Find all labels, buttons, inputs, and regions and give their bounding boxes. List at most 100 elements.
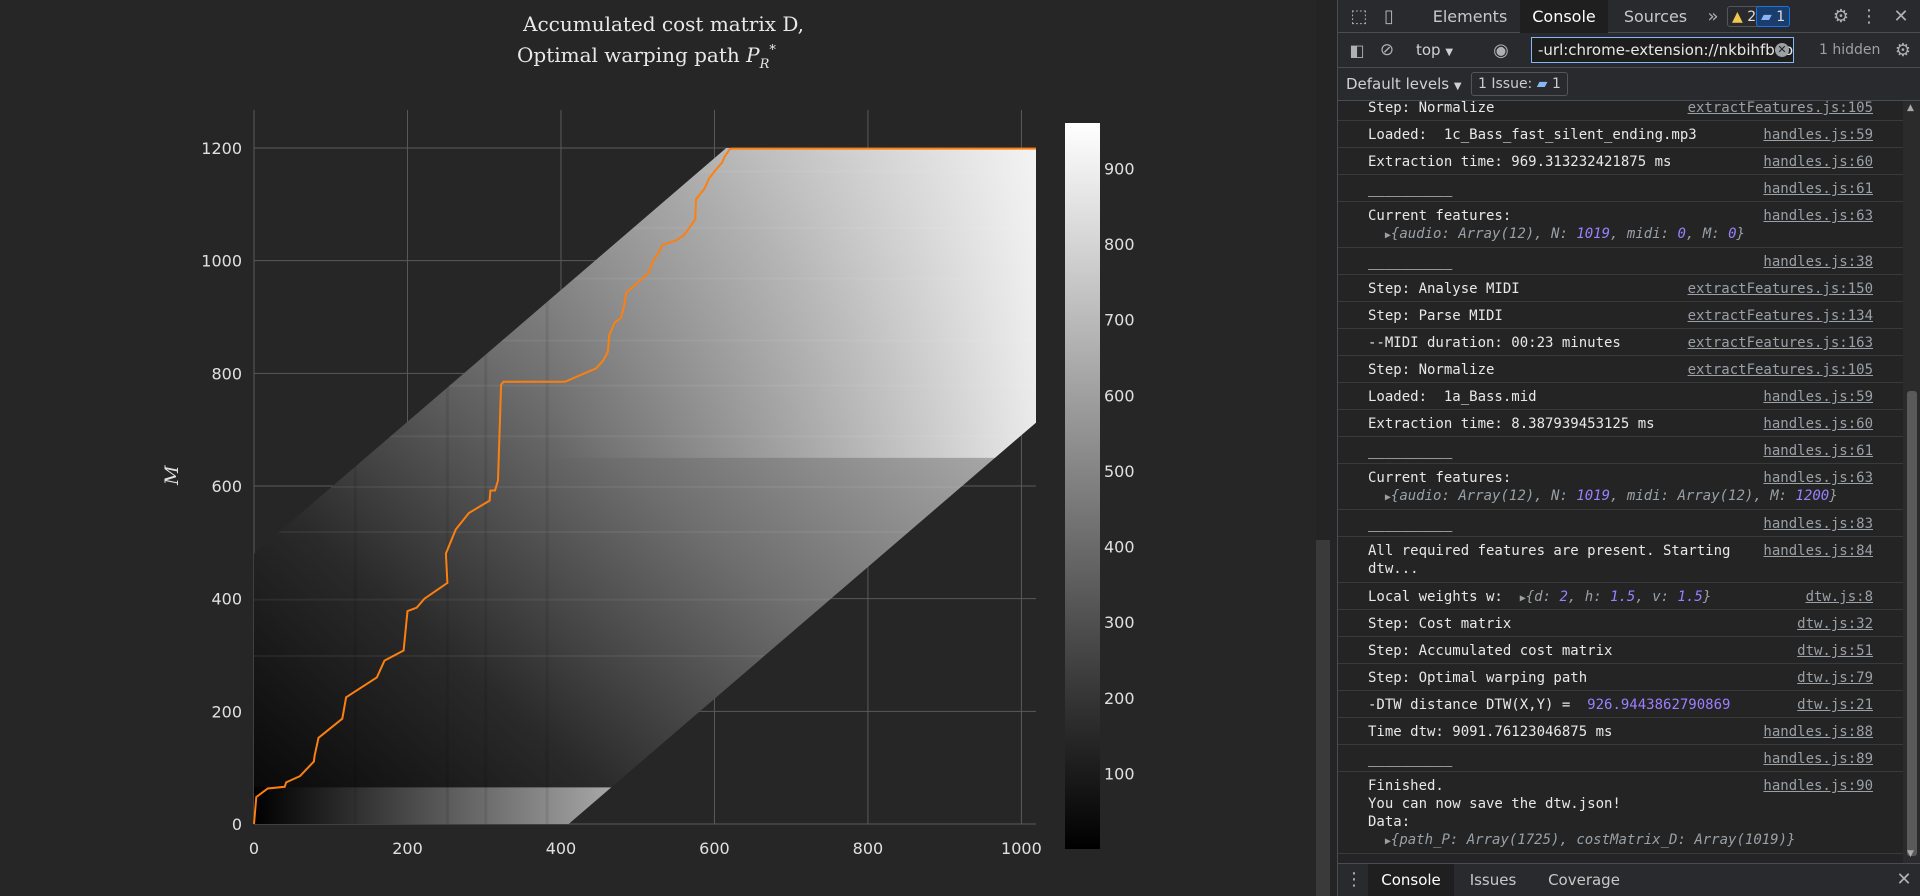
console-source-link[interactable]: handles.js:60: [1763, 415, 1873, 433]
pane-splitter[interactable]: [1316, 540, 1330, 896]
console-source-link[interactable]: handles.js:89: [1763, 750, 1873, 768]
console-message: Local weights w: ▶{d: 2, h: 1.5, v: 1.5}…: [1338, 584, 1903, 610]
console-message: Step: Analyse MIDI extractFeatures.js:150: [1338, 276, 1903, 302]
x-tick-label: 600: [699, 839, 730, 858]
band-row-shade: [254, 226, 1036, 229]
tab-elements[interactable]: Elements: [1420, 0, 1520, 33]
console-message: Finished. You can now save the dtw.json!…: [1338, 773, 1903, 854]
console-scrollbar[interactable]: ▲ ▼: [1903, 101, 1920, 863]
close-devtools-icon[interactable]: ✕: [1888, 0, 1914, 33]
console-source-link[interactable]: dtw.js:8: [1806, 588, 1873, 606]
console-message-text: Step: Normalize: [1368, 101, 1495, 116]
y-tick-label: 400: [211, 590, 242, 609]
colorbar-tick-label: 600: [1104, 386, 1135, 405]
y-tick-labels: 0 200 400 600 800 1000 1200: [201, 139, 242, 834]
console-message-text: __________: [1368, 443, 1453, 459]
issues-button[interactable]: 1 Issue: ▰ 1: [1471, 72, 1568, 96]
settings-gear-icon[interactable]: ⚙: [1828, 0, 1854, 33]
upper-right-lightening: [545, 148, 1036, 458]
scrollbar-thumb[interactable]: [1907, 391, 1917, 856]
context-value: top: [1416, 41, 1441, 59]
close-drawer-icon[interactable]: ✕: [1894, 863, 1914, 896]
console-message-text: Step: Parse MIDI: [1368, 308, 1503, 324]
console-source-link[interactable]: handles.js:61: [1763, 180, 1873, 198]
x-tick-label: 0: [249, 839, 259, 858]
colorbar: [1065, 123, 1100, 849]
console-source-link[interactable]: handles.js:83: [1763, 515, 1873, 533]
console-message: __________ handles.js:61: [1338, 438, 1903, 464]
console-message-text: Local weights w: ▶{d: 2, h: 1.5, v: 1.5}: [1368, 589, 1712, 605]
issues-label: 1 Issue:: [1478, 76, 1533, 92]
console-message: __________ handles.js:83: [1338, 511, 1903, 537]
console-source-link[interactable]: handles.js:61: [1763, 442, 1873, 460]
console-source-link[interactable]: dtw.js:79: [1797, 669, 1873, 687]
scroll-down-icon[interactable]: ▼: [1907, 849, 1914, 859]
live-expression-eye-icon[interactable]: ◉: [1488, 34, 1514, 67]
chart-title-line-1: Accumulated cost matrix D,: [522, 12, 804, 36]
console-message-text: Current features: ▶{audio: Array(12), N:…: [1368, 208, 1745, 242]
tab-console[interactable]: Console: [1520, 0, 1608, 33]
console-message: -DTW distance DTW(X,Y) = 926.94438627908…: [1338, 692, 1903, 718]
console-source-link[interactable]: extractFeatures.js:105: [1688, 101, 1873, 117]
issue-icon: ▰: [1536, 76, 1548, 92]
sidebar-toggle-icon[interactable]: ◧: [1344, 34, 1370, 67]
message-count: 1: [1776, 9, 1786, 25]
console-message-text: Extraction time: 8.387939453125 ms: [1368, 416, 1655, 432]
console-source-link[interactable]: handles.js:60: [1763, 153, 1873, 171]
console-source-link[interactable]: extractFeatures.js:163: [1688, 334, 1873, 352]
console-message-text: Time dtw: 9091.76123046875 ms: [1368, 724, 1613, 740]
console-message-text: --MIDI duration: 00:23 minutes: [1368, 335, 1621, 351]
scroll-up-icon[interactable]: ▲: [1907, 103, 1914, 113]
console-source-link[interactable]: dtw.js:51: [1797, 642, 1873, 660]
band-column-shade: [353, 148, 357, 824]
more-tabs-icon[interactable]: »: [1703, 0, 1723, 33]
console-source-link[interactable]: dtw.js:32: [1797, 615, 1873, 633]
y-axis-label: M: [161, 465, 183, 486]
colorbar-tick-label: 200: [1104, 689, 1135, 708]
devtools-tab-bar: ⬚ ▯ Elements Console Sources » ▲ 2 ▰ 1 ⚙…: [1338, 0, 1920, 33]
console-source-link[interactable]: handles.js:63: [1763, 469, 1873, 487]
band-row-shade: [254, 486, 1036, 488]
console-message-text: __________: [1368, 516, 1453, 532]
console-source-link[interactable]: handles.js:84: [1763, 542, 1873, 560]
console-source-link[interactable]: dtw.js:21: [1797, 696, 1873, 714]
devtools-drawer-tabs: ⋮ Console Issues Coverage ✕: [1338, 863, 1920, 896]
context-selector[interactable]: top ▼: [1416, 41, 1453, 59]
console-source-link[interactable]: extractFeatures.js:150: [1688, 280, 1873, 298]
console-source-link[interactable]: handles.js:88: [1763, 723, 1873, 741]
y-tick-label: 1000: [201, 252, 242, 271]
console-message-text: Loaded: 1c_Bass_fast_silent_ending.mp3: [1368, 127, 1697, 143]
drawer-menu-icon[interactable]: ⋮: [1344, 863, 1364, 896]
console-message: All required features are present. Start…: [1338, 538, 1903, 583]
device-toolbar-icon[interactable]: ▯: [1376, 0, 1402, 33]
console-source-link[interactable]: handles.js:63: [1763, 207, 1873, 225]
console-filter-input[interactable]: -url:chrome-extension://nkbihfbeog ✕: [1531, 37, 1794, 63]
y-tick-label: 800: [211, 364, 242, 383]
drawer-tab-coverage[interactable]: Coverage: [1534, 864, 1634, 896]
drawer-tab-issues[interactable]: Issues: [1456, 864, 1530, 896]
console-message: Step: Cost matrix dtw.js:32: [1338, 611, 1903, 637]
more-options-icon[interactable]: ⋮: [1856, 0, 1882, 33]
console-message: Extraction time: 8.387939453125 ms handle…: [1338, 411, 1903, 437]
console-message: Loaded: 1a_Bass.mid handles.js:59: [1338, 384, 1903, 410]
console-message: Current features: ▶{audio: Array(12), N:…: [1338, 203, 1903, 248]
console-settings-gear-icon[interactable]: ⚙: [1890, 34, 1916, 67]
console-source-link[interactable]: handles.js:59: [1763, 126, 1873, 144]
console-message: __________ handles.js:61: [1338, 176, 1903, 202]
tab-sources[interactable]: Sources: [1608, 0, 1703, 33]
inspect-element-icon[interactable]: ⬚: [1346, 0, 1372, 33]
levels-label: Default levels: [1346, 75, 1450, 93]
clear-filter-icon[interactable]: ✕: [1775, 43, 1789, 57]
drawer-tab-console[interactable]: Console: [1368, 864, 1454, 896]
messages-badge[interactable]: ▰ 1: [1756, 6, 1791, 27]
log-levels-dropdown[interactable]: Default levels ▼: [1346, 75, 1462, 93]
warning-count: 2: [1747, 9, 1757, 25]
console-source-link[interactable]: handles.js:90: [1763, 777, 1873, 795]
devtools-panel: ⬚ ▯ Elements Console Sources » ▲ 2 ▰ 1 ⚙…: [1337, 0, 1920, 896]
console-source-link[interactable]: extractFeatures.js:134: [1688, 307, 1873, 325]
band-row-shade: [254, 384, 1036, 387]
console-source-link[interactable]: extractFeatures.js:105: [1688, 361, 1873, 379]
clear-console-icon[interactable]: ⊘: [1374, 34, 1400, 67]
console-source-link[interactable]: handles.js:38: [1763, 253, 1873, 271]
console-source-link[interactable]: handles.js:59: [1763, 388, 1873, 406]
